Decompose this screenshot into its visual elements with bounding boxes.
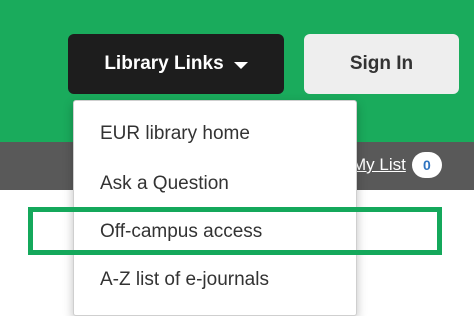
my-list-link[interactable]: My List [352, 155, 406, 175]
menu-item-ask-a-question[interactable]: Ask a Question [100, 169, 229, 199]
menu-item-off-campus-access[interactable]: Off-campus access [100, 217, 262, 247]
menu-item-a-z-list-of-e-journals[interactable]: A-Z list of e-journals [100, 265, 269, 295]
library-links-label: Library Links [104, 53, 224, 74]
library-links-dropdown-menu: EUR library home Ask a Question Off-camp… [73, 100, 357, 316]
my-list[interactable]: My List 0 [352, 152, 442, 178]
sign-in-button[interactable]: Sign In [304, 34, 459, 94]
sign-in-label: Sign In [349, 53, 414, 74]
menu-item-eur-library-home[interactable]: EUR library home [100, 119, 250, 149]
caret-down-icon [233, 62, 248, 69]
my-list-count-badge: 0 [411, 152, 442, 178]
library-links-button[interactable]: Library Links [68, 34, 284, 94]
